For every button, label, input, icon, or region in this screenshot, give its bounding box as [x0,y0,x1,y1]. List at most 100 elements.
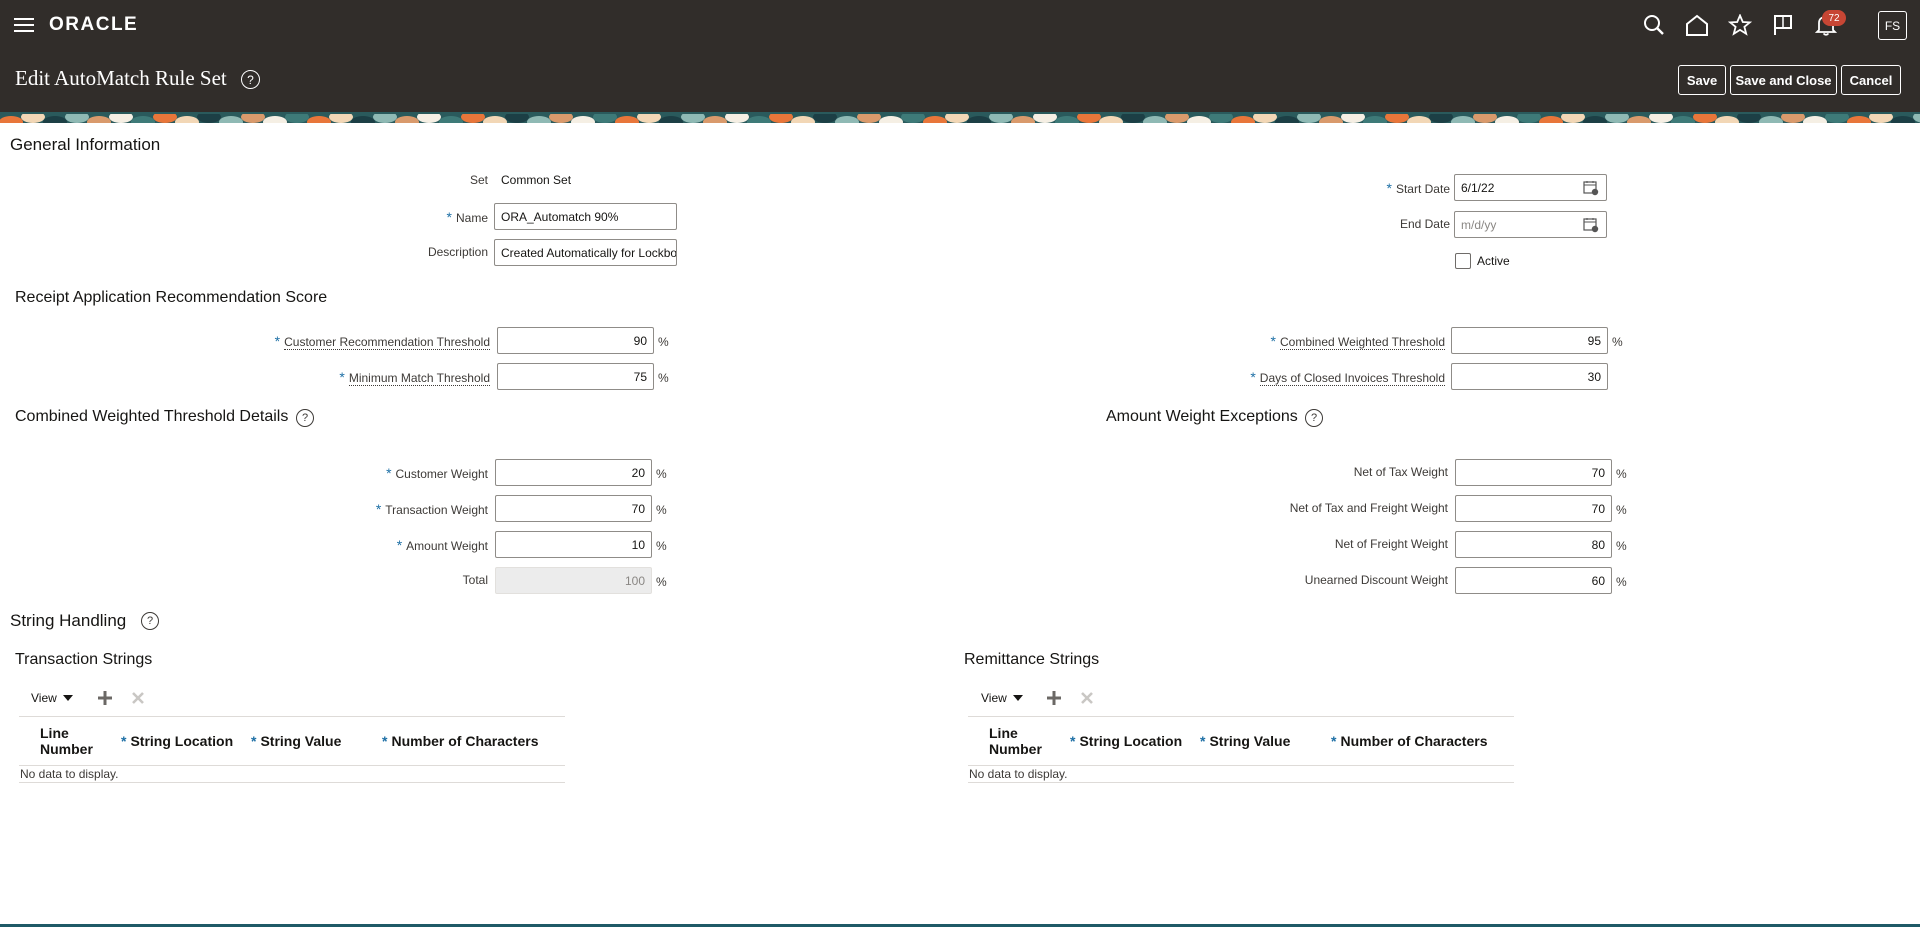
customer-recommendation-threshold-input[interactable]: 90 [497,327,654,354]
banner-shape [967,116,991,123]
banner-shape [1033,112,1057,123]
banner-shape [879,116,903,123]
menu-icon[interactable] [14,14,34,36]
banner-shape [1363,116,1387,123]
banner-shape [505,112,529,123]
star-icon[interactable] [1727,12,1753,38]
column-header-line-number[interactable]: Line Number [40,725,100,757]
add-icon[interactable] [1046,690,1062,711]
banner-shape [1341,112,1365,123]
percent-sign: % [656,539,667,553]
view-menu[interactable]: View [981,691,1023,705]
amount-weight-input[interactable]: 10 [495,531,652,558]
column-header-line-number[interactable]: Line Number [989,725,1049,757]
banner-shape [461,112,485,123]
banner-shape [1253,112,1277,123]
transaction-strings-table-header: Line Number * String Location * String Val… [19,716,565,766]
set-value: Common Set [501,173,572,187]
help-icon[interactable]: ? [296,409,314,427]
minimum-match-threshold-input[interactable]: 75 [497,363,654,390]
banner-shape [769,112,793,123]
end-date-label: End Date [1399,217,1450,231]
banner-shape [1627,116,1651,123]
calendar-icon[interactable] [1583,217,1599,233]
column-header-string-location[interactable]: * String Location [121,733,233,749]
column-header-string-value[interactable]: * String Value [251,733,341,749]
general-information-heading: General Information [10,135,161,154]
add-icon[interactable] [97,690,113,711]
help-icon[interactable]: ? [1305,409,1323,427]
banner-shape [615,116,639,123]
banner-shape [1231,116,1255,123]
chevron-down-icon [62,695,73,701]
customer-weight-label: * Customer Weight [386,465,488,481]
banner-shape [1847,116,1871,123]
calendar-icon[interactable] [1583,180,1599,196]
active-checkbox[interactable] [1455,253,1471,269]
banner-shape [1011,116,1035,123]
days-closed-invoices-threshold-label: * Days of Closed Invoices Threshold [1250,369,1445,386]
percent-sign: % [1616,503,1627,517]
save-button[interactable]: Save [1678,65,1726,95]
string-handling-heading: String Handling [10,611,127,630]
banner-shape [1737,112,1761,123]
banner-shape [439,116,463,123]
banner-shape [285,112,309,123]
banner-shape [329,112,353,123]
banner-shape [923,116,947,123]
percent-sign: % [1616,575,1627,589]
flag-icon[interactable] [1770,12,1796,38]
notification-badge[interactable]: 72 [1822,10,1846,26]
banner-shape [571,116,595,123]
user-avatar[interactable]: FS [1878,11,1907,40]
banner-shape [241,112,265,123]
banner-shape [857,112,881,123]
banner-shape [725,112,749,123]
column-header-number-of-characters[interactable]: * Number of Characters [1331,733,1488,749]
banner-shape [1055,116,1079,123]
banner-shape [1473,112,1497,123]
page-help-icon[interactable]: ? [241,70,260,89]
banner-shape [527,116,551,123]
name-input[interactable]: ORA_Automatch 90% [494,203,677,230]
total-value: 100 [495,567,652,594]
net-of-freight-weight-input[interactable]: 80 [1455,531,1612,558]
net-of-tax-and-freight-weight-input[interactable]: 70 [1455,495,1612,522]
description-input[interactable]: Created Automatically for Lockbox [494,239,677,266]
delete-icon[interactable] [1079,690,1095,711]
cancel-button[interactable]: Cancel [1841,65,1901,95]
banner-shape [1803,116,1827,123]
banner-shape [1187,116,1211,123]
column-header-string-value[interactable]: * String Value [1200,733,1290,749]
banner-shape [219,116,243,123]
banner-shape [901,112,925,123]
percent-sign: % [1616,539,1627,553]
save-and-close-button[interactable]: Save and Close [1730,65,1837,95]
banner-shape [1825,112,1849,123]
minimum-match-threshold-label: * Minimum Match Threshold [339,369,490,386]
column-header-string-location[interactable]: * String Location [1070,733,1182,749]
banner-shape [835,116,859,123]
home-icon[interactable] [1684,12,1710,38]
transaction-weight-input[interactable]: 70 [495,495,652,522]
view-menu[interactable]: View [31,691,73,705]
column-header-number-of-characters[interactable]: * Number of Characters [382,733,539,749]
customer-weight-input[interactable]: 20 [495,459,652,486]
banner-shape [637,112,661,123]
net-of-tax-weight-input[interactable]: 70 [1455,459,1612,486]
search-icon[interactable] [1641,12,1667,38]
percent-sign: % [656,467,667,481]
unearned-discount-weight-input[interactable]: 60 [1455,567,1612,594]
help-icon[interactable]: ? [141,612,159,630]
banner-shape [43,116,67,123]
remittance-strings-table-header: Line Number * String Location * String Val… [968,716,1514,766]
oracle-logo[interactable]: ORACLE [49,14,138,36]
days-closed-invoices-threshold-input[interactable]: 30 [1451,363,1608,390]
banner-shape [549,112,573,123]
banner-shape [1693,112,1717,123]
banner-shape [131,116,155,123]
banner-shape [791,116,815,123]
banner-shape [703,116,727,123]
combined-weighted-threshold-input[interactable]: 95 [1451,327,1608,354]
delete-icon[interactable] [130,690,146,711]
